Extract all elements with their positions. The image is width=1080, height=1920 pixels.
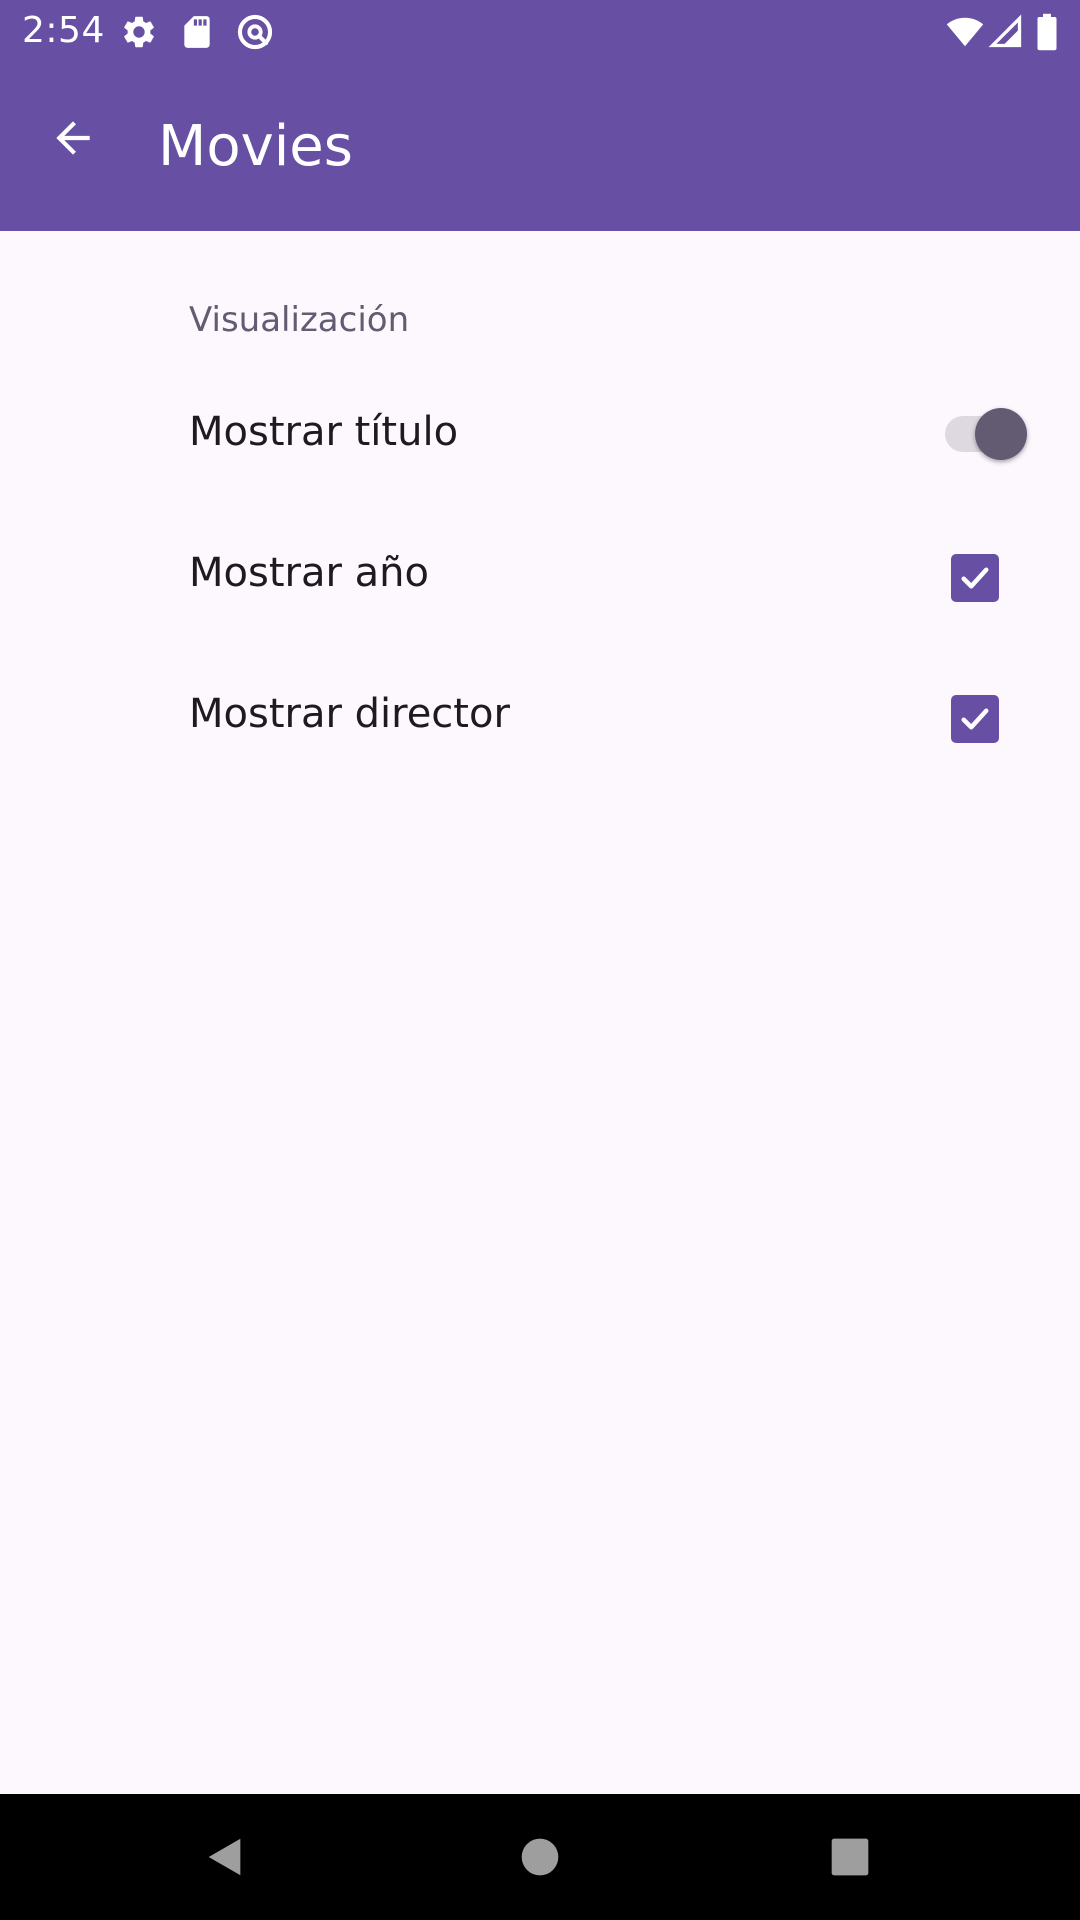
sd-card-icon — [178, 13, 216, 51]
show-director-checkbox[interactable] — [951, 695, 999, 743]
pref-label: Mostrar título — [189, 409, 459, 455]
gear-icon — [120, 13, 158, 51]
pref-row-show-title[interactable]: Mostrar título — [0, 361, 1080, 501]
category-title: Visualización — [189, 300, 410, 340]
home-circle-icon — [521, 1838, 559, 1876]
check-icon — [961, 708, 989, 730]
pref-row-show-director[interactable]: Mostrar director — [0, 643, 1080, 783]
status-time: 2:54 — [22, 10, 105, 51]
cell-signal-icon — [988, 13, 1024, 51]
pref-row-show-year[interactable]: Mostrar año — [0, 502, 1080, 642]
wifi-icon — [944, 13, 986, 51]
app-bar: Movies — [0, 63, 1080, 231]
navigation-bar — [0, 1794, 1080, 1920]
switch-thumb — [975, 408, 1027, 460]
show-title-switch[interactable] — [945, 408, 1030, 460]
at-sign-icon — [236, 13, 274, 51]
nav-recents-button[interactable] — [815, 1822, 885, 1892]
show-year-checkbox[interactable] — [951, 554, 999, 602]
nav-back-button[interactable] — [190, 1822, 260, 1892]
back-button[interactable] — [28, 93, 118, 183]
page-title: Movies — [158, 114, 353, 179]
check-icon — [961, 567, 989, 589]
pref-label: Mostrar director — [189, 691, 510, 737]
arrow-back-icon — [56, 121, 90, 155]
nav-home-button[interactable] — [505, 1822, 575, 1892]
recents-square-icon — [831, 1838, 869, 1876]
preferences-list: Visualización Mostrar título Mostrar año… — [0, 231, 1080, 1794]
pref-label: Mostrar año — [189, 550, 429, 596]
back-triangle-icon — [208, 1838, 241, 1876]
status-bar: 2:54 — [0, 0, 1080, 63]
battery-icon — [1034, 13, 1060, 51]
